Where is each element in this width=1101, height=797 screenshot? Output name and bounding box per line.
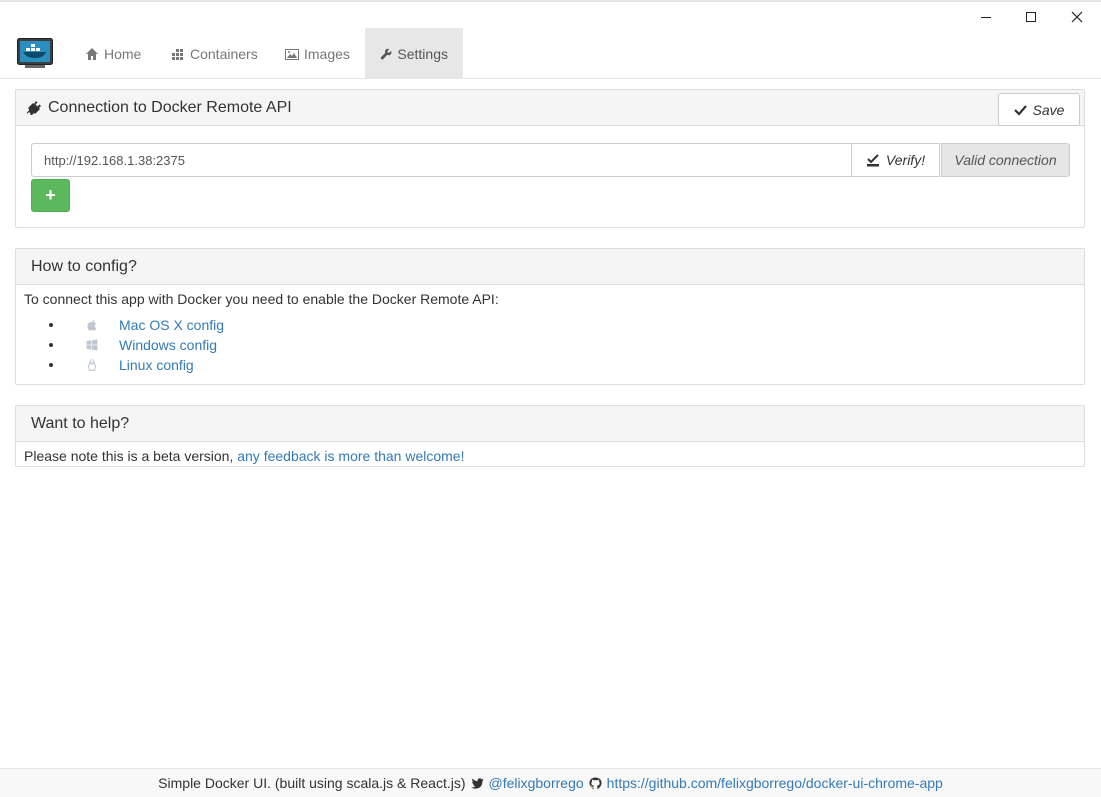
nav-settings[interactable]: Settings — [365, 28, 463, 79]
connection-panel-heading: Connection to Docker Remote API Save — [16, 90, 1084, 126]
navbar: Home Containers Images Settings — [0, 28, 1101, 79]
save-button[interactable]: Save — [998, 93, 1080, 126]
home-icon — [86, 47, 98, 60]
help-panel-title: Want to help? — [31, 414, 130, 432]
wrench-icon — [380, 48, 392, 59]
nav-images[interactable]: Images — [270, 28, 365, 79]
config-list: Mac OS X config Windows config Linux con… — [24, 315, 1076, 375]
docker-logo-icon[interactable] — [17, 38, 53, 69]
windows-icon — [86, 339, 98, 351]
list-item: Mac OS X config — [24, 315, 1076, 335]
list-item: Windows config — [24, 335, 1076, 355]
nav-images-label: Images — [304, 45, 350, 62]
config-panel-body: To connect this app with Docker you need… — [16, 285, 1084, 381]
how-to-config-panel: How to config? To connect this app with … — [15, 248, 1085, 385]
config-panel-heading: How to config? — [16, 249, 1084, 285]
bullet — [49, 323, 53, 327]
titlebar-edge — [0, 0, 1101, 2]
twitter-icon — [470, 777, 484, 789]
docker-url-input[interactable] — [31, 143, 852, 177]
footer-text: Simple Docker UI. (built using scala.js … — [158, 775, 466, 791]
feedback-link[interactable]: any feedback is more than welcome! — [237, 448, 464, 464]
minimize-icon — [981, 16, 991, 18]
verify-button[interactable]: Verify! — [851, 143, 940, 177]
containers-icon — [172, 48, 183, 60]
connection-status-badge: Valid connection — [941, 143, 1070, 177]
nav-settings-label: Settings — [397, 45, 448, 62]
connection-status-label: Valid connection — [954, 152, 1057, 168]
check-icon — [1013, 105, 1027, 116]
verify-label: Verify! — [885, 152, 926, 168]
list-item: Linux config — [24, 355, 1076, 375]
nav-containers[interactable]: Containers — [156, 28, 273, 79]
add-connection-button[interactable]: + — [31, 179, 70, 212]
config-panel-title: How to config? — [31, 257, 137, 275]
connection-title-group: Connection to Docker Remote API — [26, 99, 292, 117]
image-icon — [285, 48, 299, 60]
want-to-help-panel: Want to help? Please note this is a beta… — [15, 405, 1085, 467]
linux-config-link[interactable]: Linux config — [119, 357, 194, 373]
config-intro: To connect this app with Docker you need… — [24, 291, 499, 307]
close-icon — [1071, 11, 1083, 23]
bullet — [49, 343, 53, 347]
bullet — [49, 363, 53, 367]
plus-icon: + — [45, 185, 56, 205]
check-square-icon — [866, 153, 879, 166]
mac-config-link[interactable]: Mac OS X config — [119, 317, 224, 333]
github-icon — [589, 776, 602, 789]
twitter-link[interactable]: @felixgborrego — [489, 775, 584, 791]
footer: Simple Docker UI. (built using scala.js … — [0, 768, 1101, 797]
windows-config-link[interactable]: Windows config — [119, 337, 217, 353]
plug-icon — [27, 100, 41, 115]
nav-home-label: Home — [104, 45, 142, 62]
help-text: Please note this is a beta version, — [24, 448, 238, 464]
help-panel-heading: Want to help? — [16, 406, 1084, 442]
connection-panel: Connection to Docker Remote API Save Ver… — [15, 89, 1085, 228]
maximize-icon — [1026, 12, 1036, 22]
linux-icon — [88, 359, 96, 371]
save-label: Save — [1032, 101, 1065, 118]
nav-home[interactable]: Home — [70, 28, 156, 79]
help-panel-body: Please note this is a beta version, any … — [16, 442, 1084, 470]
apple-icon — [87, 320, 97, 331]
connection-title: Connection to Docker Remote API — [48, 98, 292, 116]
nav-containers-label: Containers — [190, 45, 258, 62]
github-link[interactable]: https://github.com/felixgborrego/docker-… — [607, 775, 943, 791]
